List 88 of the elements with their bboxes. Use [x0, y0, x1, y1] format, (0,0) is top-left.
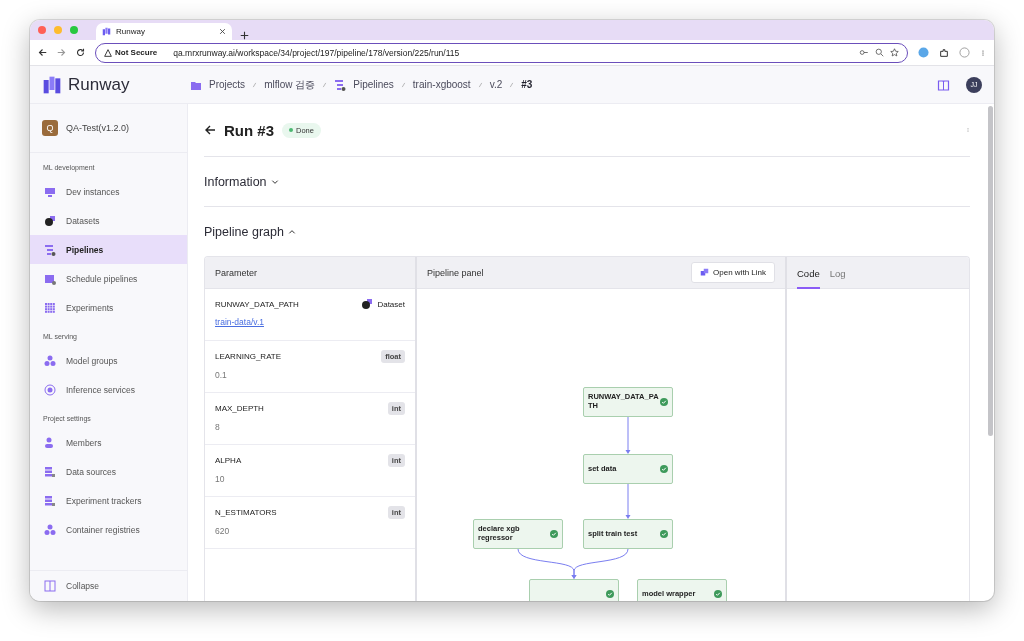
sidebar-item[interactable]: Pipelines — [30, 235, 187, 264]
parameter-value: 8 — [215, 422, 220, 432]
chevron-down-icon — [270, 177, 279, 186]
plus-icon — [240, 31, 249, 40]
sidebar-icon — [44, 580, 56, 592]
run-title: Run #3 — [224, 121, 274, 139]
back-icon — [38, 48, 47, 57]
url-text: qa.mrxrunway.ai/workspace/34/project/197/pipeline/178/version/225/run/115 — [173, 47, 460, 58]
parameter-name: RUNWAY_DATA_PATH — [215, 299, 299, 309]
check-icon — [714, 590, 722, 598]
breadcrumb-link[interactable]: train-xgboost — [412, 79, 471, 90]
person-icon — [44, 436, 56, 449]
panel-title: Parameter — [215, 267, 259, 278]
parameter-name: MAX_DEPTH — [215, 404, 264, 413]
profile-icon — [959, 47, 970, 58]
parameter-value: 10 — [215, 474, 225, 484]
reload-icon — [76, 48, 85, 57]
link-icon — [700, 268, 710, 277]
edge-arrow — [517, 548, 577, 579]
grid-icon — [44, 301, 56, 314]
check-icon — [660, 465, 668, 473]
star-icon — [890, 48, 899, 57]
breadcrumb-link[interactable]: v.2 — [489, 79, 503, 90]
tab-title: Runway — [116, 27, 145, 36]
sidebar-item[interactable]: Experiment trackers — [30, 486, 187, 515]
chevron-up-icon — [287, 227, 296, 236]
breadcrumb-link[interactable]: Pipelines — [353, 79, 394, 90]
project-selector[interactable]: Q QA-Test(v1.2.0) — [30, 104, 187, 153]
breadcrumb-link[interactable]: Projects — [209, 79, 246, 90]
sidebar-item[interactable]: Experiments — [30, 293, 187, 322]
parameter-type: Dataset — [361, 298, 405, 310]
breadcrumb-link[interactable]: mlflow 검증 — [264, 77, 316, 92]
parameter-name: N_ESTIMATORS — [215, 508, 277, 517]
check-icon — [606, 590, 614, 598]
back-arrow-icon — [204, 124, 216, 136]
open-link-button[interactable]: Open with Link — [691, 262, 775, 283]
sidebar-item[interactable]: Inference services — [30, 375, 187, 404]
pipeline-node[interactable] — [529, 579, 619, 601]
logo-icon — [42, 74, 62, 95]
sidebar-item[interactable]: Data sources — [30, 457, 187, 486]
warning-icon — [104, 48, 112, 57]
security-warning[interactable]: Not Secure — [104, 48, 158, 57]
sidebar-item[interactable]: Members — [30, 428, 187, 457]
breadcrumb-link[interactable]: #3 — [521, 79, 533, 90]
sidebar-item[interactable]: Container registries — [30, 515, 187, 544]
book-icon — [935, 78, 952, 91]
cluster-icon — [44, 523, 56, 536]
zoom-icon — [875, 48, 884, 57]
check-icon — [660, 398, 668, 406]
sidebar-item[interactable]: Schedule pipelines — [30, 264, 187, 293]
output-tab[interactable]: Code — [797, 257, 820, 289]
parameter-value: 620 — [215, 526, 230, 536]
calendar-icon — [44, 272, 56, 285]
pipeline-icon — [44, 243, 56, 256]
edge-arrow — [625, 416, 631, 454]
database-icon — [44, 465, 56, 478]
panel-title: Pipeline panel — [427, 267, 485, 278]
edge-arrow — [625, 483, 631, 519]
section-title[interactable]: Pipeline graph — [204, 224, 284, 239]
camera-icon — [361, 298, 374, 310]
key-icon — [859, 48, 869, 57]
dataset-link[interactable]: train-data/v.1 — [215, 317, 264, 327]
target-icon — [44, 383, 56, 396]
pipeline-icon — [334, 78, 347, 91]
check-icon — [550, 530, 558, 538]
collapse-button[interactable]: Collapse — [30, 570, 187, 601]
monitor-icon — [44, 185, 56, 198]
check-icon — [660, 530, 668, 538]
section-title[interactable]: Information — [204, 174, 267, 189]
extension-icon — [918, 47, 929, 58]
status-dot — [289, 128, 293, 132]
sidebar-item[interactable]: Datasets — [30, 206, 187, 235]
database-icon — [44, 494, 56, 507]
sidebar-item[interactable]: Dev instances — [30, 177, 187, 206]
camera-icon — [44, 214, 56, 227]
cluster-icon — [44, 354, 56, 367]
logo-text: Runway — [68, 74, 130, 95]
parameter-name: ALPHA — [215, 456, 242, 465]
browser-tab[interactable]: Runway — [96, 23, 232, 40]
close-icon — [219, 28, 226, 35]
output-tab[interactable]: Log — [829, 257, 846, 289]
parameter-value: 0.1 — [215, 370, 227, 380]
forward-icon — [57, 48, 66, 57]
parameter-name: LEARNING_RATE — [215, 352, 282, 361]
logo-icon — [102, 27, 111, 36]
puzzle-icon — [939, 47, 949, 58]
scrollbar[interactable] — [988, 106, 993, 436]
sidebar-item[interactable]: Model groups — [30, 346, 187, 375]
